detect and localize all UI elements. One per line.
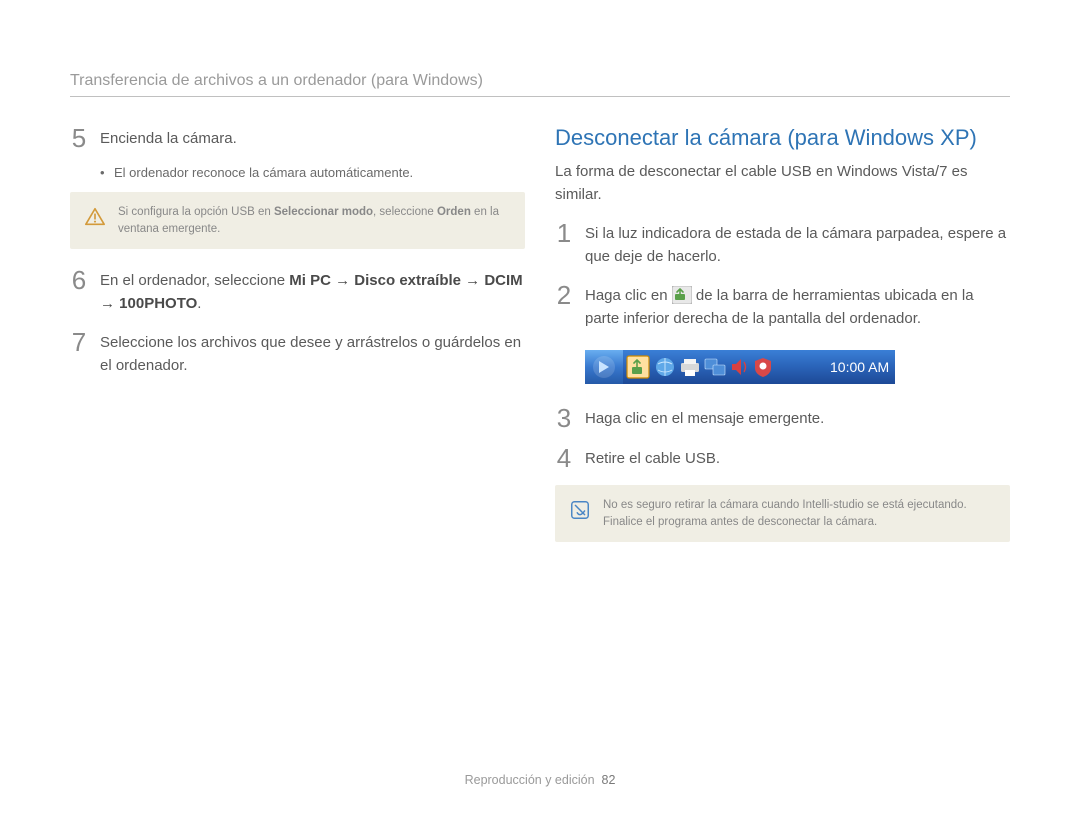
tray-clock: 10:00 AM bbox=[830, 359, 889, 375]
step-7: 7 Seleccione los archivos que desee y ar… bbox=[70, 329, 525, 377]
warning-note: Si configura la opción USB en Selecciona… bbox=[70, 192, 525, 249]
step-1: 1 Si la luz indicadora de estada de la c… bbox=[555, 220, 1010, 268]
warn-bold2: Orden bbox=[437, 206, 471, 218]
warn-text: Si configura la opción USB en Selecciona… bbox=[118, 206, 499, 235]
step-6: 6 En el ordenador, seleccione Mi PC → Di… bbox=[70, 267, 525, 315]
warn-pre: Si configura la opción USB en bbox=[118, 206, 274, 218]
step-number: 7 bbox=[70, 329, 88, 355]
step-text: Seleccione los archivos que desee y arrá… bbox=[100, 329, 525, 377]
step-number: 4 bbox=[555, 445, 573, 471]
step-text: En el ordenador, seleccione Mi PC → Disc… bbox=[100, 267, 525, 315]
step-5-bullet: El ordenador reconoce la cámara automáti… bbox=[100, 165, 525, 180]
step-3: 3 Haga clic en el mensaje emergente. bbox=[555, 405, 1010, 431]
step-text: Encienda la cámara. bbox=[100, 125, 525, 151]
footer-section: Reproducción y edición bbox=[465, 773, 595, 787]
warning-triangle-icon bbox=[84, 206, 106, 228]
step-text: Retire el cable USB. bbox=[585, 445, 1010, 471]
content-columns: 5 Encienda la cámara. El ordenador recon… bbox=[70, 125, 1010, 560]
left-column: 5 Encienda la cámara. El ordenador recon… bbox=[70, 125, 525, 560]
info-note-icon bbox=[569, 499, 591, 521]
page-footer: Reproducción y edición 82 bbox=[0, 773, 1080, 787]
step6-pre: En el ordenador, seleccione bbox=[100, 272, 289, 289]
info-note: No es seguro retirar la cámara cuando In… bbox=[555, 485, 1010, 542]
right-column: Desconectar la cámara (para Windows XP) … bbox=[555, 125, 1010, 560]
step-5: 5 Encienda la cámara. bbox=[70, 125, 525, 151]
step-4: 4 Retire el cable USB. bbox=[555, 445, 1010, 471]
breadcrumb: Transferencia de archivos a un ordenador… bbox=[70, 72, 1010, 97]
info-note-text: No es seguro retirar la cámara cuando In… bbox=[603, 499, 967, 528]
step6-post: . bbox=[197, 295, 201, 312]
step-number: 3 bbox=[555, 405, 573, 431]
section-intro: La forma de desconectar el cable USB en … bbox=[555, 161, 1010, 206]
safely-remove-hardware-icon bbox=[672, 286, 692, 304]
step-text: Haga clic en de la barra de herramientas… bbox=[585, 282, 1010, 330]
step2-pre: Haga clic en bbox=[585, 287, 672, 304]
step-number: 6 bbox=[70, 267, 88, 293]
taskbar-tray-illustration: 10:00 AM bbox=[585, 350, 895, 384]
step-number: 5 bbox=[70, 125, 88, 151]
warn-mid: , seleccione bbox=[373, 206, 437, 218]
footer-page-number: 82 bbox=[602, 773, 616, 787]
section-title: Desconectar la cámara (para Windows XP) bbox=[555, 125, 1010, 151]
warn-bold1: Seleccionar modo bbox=[274, 206, 373, 218]
step-text: Si la luz indicadora de estada de la cám… bbox=[585, 220, 1010, 268]
step-number: 2 bbox=[555, 282, 573, 308]
step-number: 1 bbox=[555, 220, 573, 246]
step-text: Haga clic en el mensaje emergente. bbox=[585, 405, 1010, 431]
step-2: 2 Haga clic en de la barra de herramient… bbox=[555, 282, 1010, 330]
